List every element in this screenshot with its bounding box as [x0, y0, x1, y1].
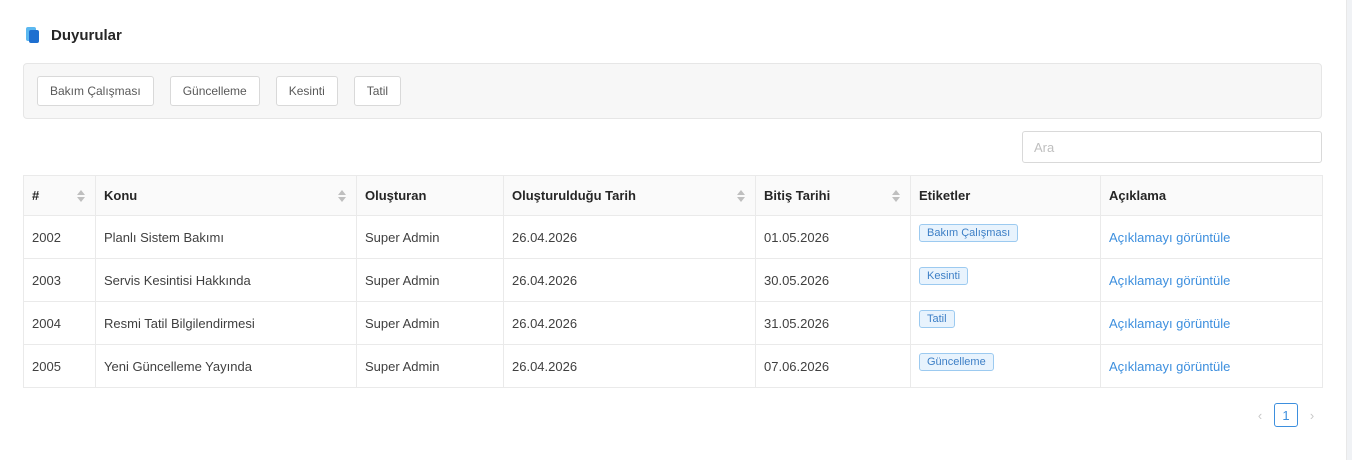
cell-tags: Kesinti — [910, 258, 1101, 302]
cell-created-date: 26.04.2026 — [503, 258, 756, 302]
column-header-creator: Oluşturan — [356, 175, 504, 216]
announcements-card: Duyurular Bakım Çalışması Güncelleme Kes… — [0, 0, 1347, 460]
column-header-tags: Etiketler — [910, 175, 1101, 216]
filter-button-guncelleme[interactable]: Güncelleme — [169, 76, 260, 106]
column-header-created-date[interactable]: Oluşturulduğu Tarih — [503, 175, 756, 216]
cell-tags: Tatil — [910, 301, 1101, 345]
cell-end-date: 07.06.2026 — [755, 344, 911, 388]
cell-created-date: 26.04.2026 — [503, 301, 756, 345]
cell-creator: Super Admin — [356, 215, 504, 259]
table-row: 2003 Servis Kesintisi Hakkında Super Adm… — [23, 258, 1323, 302]
filter-button-bakim-calismasi[interactable]: Bakım Çalışması — [37, 76, 154, 106]
cell-creator: Super Admin — [356, 258, 504, 302]
column-header-label: Bitiş Tarihi — [764, 188, 831, 203]
view-description-link[interactable]: Açıklamayı görüntüle — [1109, 273, 1230, 288]
column-header-description: Açıklama — [1100, 175, 1323, 216]
column-header-label: Açıklama — [1109, 188, 1167, 203]
tag-badge: Tatil — [919, 310, 955, 328]
page-title: Duyurular — [51, 26, 122, 44]
cell-description: Açıklamayı görüntüle — [1100, 301, 1323, 345]
cell-subject: Resmi Tatil Bilgilendirmesi — [95, 301, 357, 345]
column-header-label: # — [32, 188, 40, 203]
cell-tags: Güncelleme — [910, 344, 1101, 388]
cell-end-date: 01.05.2026 — [755, 215, 911, 259]
tag-badge: Güncelleme — [919, 353, 994, 371]
cell-id: 2004 — [23, 301, 96, 345]
cell-subject: Servis Kesintisi Hakkında — [95, 258, 357, 302]
cell-created-date: 26.04.2026 — [503, 215, 756, 259]
column-header-end-date[interactable]: Bitiş Tarihi — [755, 175, 911, 216]
sort-icon[interactable] — [338, 189, 346, 202]
page-header: Duyurular — [24, 26, 122, 44]
table-header-row: # Konu Oluşturan Oluşturulduğu Tarih Bit… — [23, 175, 1323, 216]
announcements-table: # Konu Oluşturan Oluşturulduğu Tarih Bit… — [23, 175, 1323, 388]
cell-id: 2002 — [23, 215, 96, 259]
column-header-label: Oluşturan — [365, 188, 427, 203]
cell-description: Açıklamayı görüntüle — [1100, 258, 1323, 302]
view-description-link[interactable]: Açıklamayı görüntüle — [1109, 316, 1230, 331]
cell-description: Açıklamayı görüntüle — [1100, 215, 1323, 259]
cell-tags: Bakım Çalışması — [910, 215, 1101, 259]
cell-end-date: 30.05.2026 — [755, 258, 911, 302]
chevron-right-icon[interactable]: › — [1308, 408, 1316, 423]
cell-created-date: 26.04.2026 — [503, 344, 756, 388]
view-description-link[interactable]: Açıklamayı görüntüle — [1109, 230, 1230, 245]
cell-id: 2005 — [23, 344, 96, 388]
cell-id: 2003 — [23, 258, 96, 302]
column-header-label: Oluşturulduğu Tarih — [512, 188, 636, 203]
search-input[interactable] — [1022, 131, 1322, 163]
cell-creator: Super Admin — [356, 301, 504, 345]
tag-badge: Bakım Çalışması — [919, 224, 1019, 242]
cell-description: Açıklamayı görüntüle — [1100, 344, 1323, 388]
sort-icon[interactable] — [77, 189, 85, 202]
pagination: ‹ 1 › — [1256, 403, 1316, 427]
column-header-label: Etiketler — [919, 188, 971, 203]
app-logo-icon — [24, 26, 40, 44]
tag-filter-bar: Bakım Çalışması Güncelleme Kesinti Tatil — [23, 63, 1322, 119]
cell-subject: Planlı Sistem Bakımı — [95, 215, 357, 259]
tag-badge: Kesinti — [919, 267, 969, 285]
chevron-left-icon[interactable]: ‹ — [1256, 408, 1264, 423]
sort-icon[interactable] — [737, 189, 745, 202]
cell-end-date: 31.05.2026 — [755, 301, 911, 345]
column-header-id[interactable]: # — [23, 175, 96, 216]
cell-subject: Yeni Güncelleme Yayında — [95, 344, 357, 388]
column-header-subject[interactable]: Konu — [95, 175, 357, 216]
filter-button-kesinti[interactable]: Kesinti — [275, 76, 338, 106]
page-button-current[interactable]: 1 — [1274, 403, 1298, 427]
table-row: 2005 Yeni Güncelleme Yayında Super Admin… — [23, 344, 1323, 388]
view-description-link[interactable]: Açıklamayı görüntüle — [1109, 359, 1230, 374]
table-row: 2002 Planlı Sistem Bakımı Super Admin 26… — [23, 215, 1323, 259]
filter-button-tatil[interactable]: Tatil — [353, 76, 402, 106]
cell-creator: Super Admin — [356, 344, 504, 388]
table-row: 2004 Resmi Tatil Bilgilendirmesi Super A… — [23, 301, 1323, 345]
sort-icon[interactable] — [892, 189, 900, 202]
column-header-label: Konu — [104, 188, 138, 203]
